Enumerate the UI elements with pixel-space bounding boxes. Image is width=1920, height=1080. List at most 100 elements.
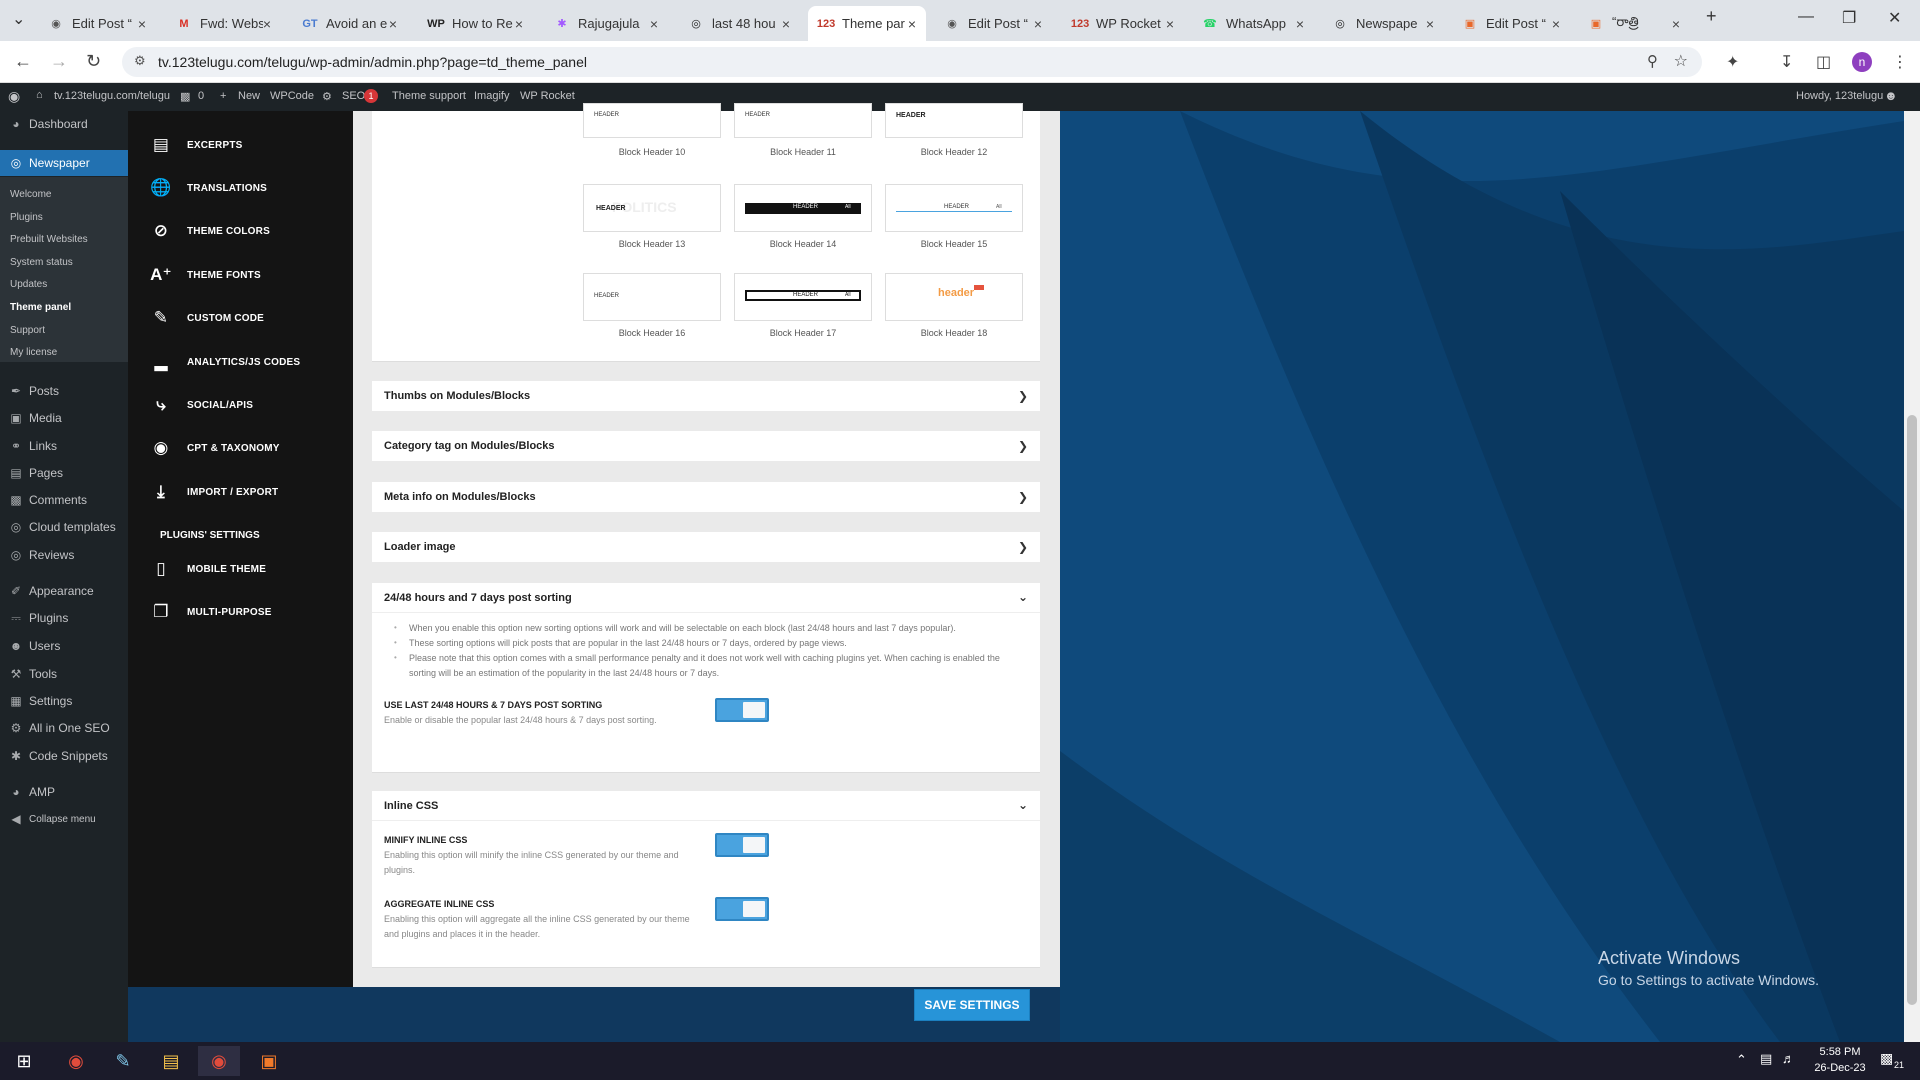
submenu-my-license[interactable]: My license	[10, 347, 57, 358]
admin-bar-seo[interactable]: SEO	[342, 90, 365, 102]
menu-links[interactable]: ⚭ Links	[0, 434, 128, 458]
nav-multi-purpose[interactable]: ❐ MULTI-PURPOSE	[150, 601, 272, 623]
browser-tab-3[interactable]: GT Avoid an e ×	[292, 6, 407, 41]
admin-bar-theme-support[interactable]: Theme support	[392, 90, 466, 102]
browser-tab-1[interactable]: ◉ Edit Post “×	[38, 6, 156, 41]
nav-cpt-taxonomy[interactable]: ◉ CPT & TAXONOMY	[150, 437, 280, 459]
new-tab-button[interactable]: +	[1706, 6, 1717, 27]
close-tab-icon[interactable]: ×	[782, 16, 790, 32]
menu-cloud-templates[interactable]: ◎ Cloud templates	[0, 515, 128, 539]
close-tab-icon[interactable]: ×	[908, 16, 916, 32]
nav-excerpts[interactable]: ▤ EXCERPTS	[150, 134, 243, 156]
aggregate-inline-css-toggle[interactable]	[715, 897, 769, 921]
block-header-16-thumb[interactable]: HEADER	[583, 273, 721, 321]
tray-arrow-icon[interactable]: ⌃	[1736, 1052, 1747, 1068]
close-tab-icon[interactable]: ×	[138, 16, 146, 32]
section-inline-css[interactable]: Inline CSS ⌄	[372, 791, 1040, 821]
block-header-12-thumb[interactable]: HEADER	[885, 103, 1023, 138]
admin-bar-site[interactable]: tv.123telugu.com/telugu	[54, 90, 170, 102]
nav-social-apis[interactable]: ⤷ SOCIAL/APIS	[150, 394, 253, 416]
nav-theme-colors[interactable]: ⊘ THEME COLORS	[150, 220, 270, 242]
admin-bar-new[interactable]: New	[238, 90, 260, 102]
close-tab-icon[interactable]: ×	[1166, 16, 1174, 32]
browser-tab-11[interactable]: ◎ Newspape ×	[1322, 6, 1444, 41]
close-tab-icon[interactable]: ×	[1552, 16, 1560, 32]
browser-tab-9[interactable]: 123 WP Rocket ×	[1062, 6, 1184, 41]
browser-tab-5[interactable]: ✱ Rajugajula ×	[544, 6, 668, 41]
admin-bar-howdy[interactable]: Howdy, 123telugu	[1796, 90, 1883, 102]
block-header-15-thumb[interactable]: HEADER All	[885, 184, 1023, 232]
menu-appearance[interactable]: ✐ Appearance	[0, 579, 128, 603]
menu-dashboard[interactable]: ◕ Dashboard	[0, 112, 128, 136]
admin-bar-wp-rocket[interactable]: WP Rocket	[520, 90, 575, 102]
menu-reviews[interactable]: ◎ Reviews	[0, 543, 128, 567]
chrome-app-icon[interactable]: ◉	[55, 1046, 97, 1076]
zoom-icon[interactable]: ⚲	[1647, 52, 1658, 70]
profile-avatar[interactable]: n	[1852, 52, 1872, 72]
submenu-support[interactable]: Support	[10, 325, 45, 336]
side-panel-icon[interactable]: ◫	[1816, 52, 1831, 72]
notification-icon[interactable]: ▩	[1880, 1050, 1893, 1067]
block-header-18-thumb[interactable]: header	[885, 273, 1023, 321]
browser-tab-12[interactable]: ▣ Edit Post “×	[1452, 6, 1570, 41]
address-bar[interactable]: ⚙ tv.123telugu.com/telugu/wp-admin/admin…	[122, 47, 1702, 77]
reload-icon[interactable]: ↻	[86, 51, 101, 72]
more-menu-icon[interactable]: ⋮	[1892, 52, 1908, 72]
browser-tab-4[interactable]: WP How to Re ×	[418, 6, 533, 41]
menu-settings[interactable]: ▦ Settings	[0, 689, 128, 713]
nav-theme-fonts[interactable]: A⁺ THEME FONTS	[150, 264, 261, 286]
sorting-toggle[interactable]	[715, 698, 769, 722]
close-window-icon[interactable]: ✕	[1888, 8, 1901, 28]
restore-icon[interactable]: ❐	[1842, 8, 1856, 28]
browser-tab-7-active[interactable]: 123 Theme par ×	[808, 6, 926, 41]
tab-search-icon[interactable]: ⌄	[12, 9, 25, 29]
section-category-tag[interactable]: Category tag on Modules/Blocks ❯	[372, 431, 1040, 461]
nav-import-export[interactable]: ⤓ IMPORT / EXPORT	[150, 481, 278, 503]
volume-icon[interactable]: ♬	[1782, 1051, 1795, 1066]
close-tab-icon[interactable]: ×	[1296, 16, 1304, 32]
xampp-app-icon[interactable]: ▣	[248, 1046, 290, 1076]
block-header-13-thumb[interactable]: POLITICS HEADER	[583, 184, 721, 232]
admin-bar-comments-count[interactable]: 0	[198, 90, 204, 102]
close-tab-icon[interactable]: ×	[263, 16, 271, 32]
close-tab-icon[interactable]: ×	[650, 16, 658, 32]
menu-code-snippets[interactable]: ✱ Code Snippets	[0, 744, 128, 768]
clock-time[interactable]: 5:58 PM	[1810, 1046, 1870, 1058]
submenu-system-status[interactable]: System status	[10, 257, 73, 268]
section-loader-image[interactable]: Loader image ❯	[372, 532, 1040, 562]
block-header-17-thumb[interactable]: HEADER All	[734, 273, 872, 321]
nav-custom-code[interactable]: ✎ CUSTOM CODE	[150, 307, 264, 329]
menu-collapse[interactable]: ◀ Collapse menu	[0, 807, 128, 831]
network-icon[interactable]: ▤	[1760, 1051, 1772, 1067]
section-meta-info[interactable]: Meta info on Modules/Blocks ❯	[372, 482, 1040, 512]
submenu-prebuilt-websites[interactable]: Prebuilt Websites	[10, 234, 88, 245]
minimize-icon[interactable]: —	[1798, 8, 1814, 26]
menu-media[interactable]: ▣ Media	[0, 406, 128, 430]
submenu-updates[interactable]: Updates	[10, 279, 47, 290]
browser-tab-6[interactable]: ◎ last 48 hou ×	[678, 6, 800, 41]
forward-arrow-icon[interactable]: →	[50, 51, 68, 72]
submenu-plugins[interactable]: Plugins	[10, 212, 43, 223]
section-thumbs-on-modules[interactable]: Thumbs on Modules/Blocks ❯	[372, 381, 1040, 411]
menu-pages[interactable]: ▤ Pages	[0, 461, 128, 485]
minify-inline-css-toggle[interactable]	[715, 833, 769, 857]
menu-comments[interactable]: ▩ Comments	[0, 488, 128, 512]
admin-bar-wpcode[interactable]: WPCode	[270, 90, 314, 102]
menu-posts[interactable]: ✒ Posts	[0, 379, 128, 403]
clock-date[interactable]: 26-Dec-23	[1810, 1062, 1870, 1074]
close-tab-icon[interactable]: ×	[1426, 16, 1434, 32]
bookmark-star-icon[interactable]: ☆	[1674, 51, 1688, 71]
block-header-11-thumb[interactable]: HEADER	[734, 103, 872, 138]
close-tab-icon[interactable]: ×	[389, 16, 397, 32]
nav-analytics-js[interactable]: ▂ ANALYTICS/JS CODES	[150, 351, 300, 373]
close-tab-icon[interactable]: ×	[515, 16, 523, 32]
browser-tab-2[interactable]: M Fwd: Webs ×	[166, 6, 281, 41]
file-explorer-icon[interactable]: ▤	[150, 1046, 192, 1076]
block-header-14-thumb[interactable]: HEADER All	[734, 184, 872, 232]
chrome-active-app-icon[interactable]: ◉	[198, 1046, 240, 1076]
menu-plugins[interactable]: ⎓ Plugins	[0, 606, 128, 630]
admin-bar-imagify[interactable]: Imagify	[474, 90, 509, 102]
scrollbar-thumb[interactable]	[1907, 415, 1917, 1005]
menu-newspaper[interactable]: ◎ Newspaper	[0, 150, 128, 176]
submenu-theme-panel[interactable]: Theme panel	[10, 302, 71, 313]
